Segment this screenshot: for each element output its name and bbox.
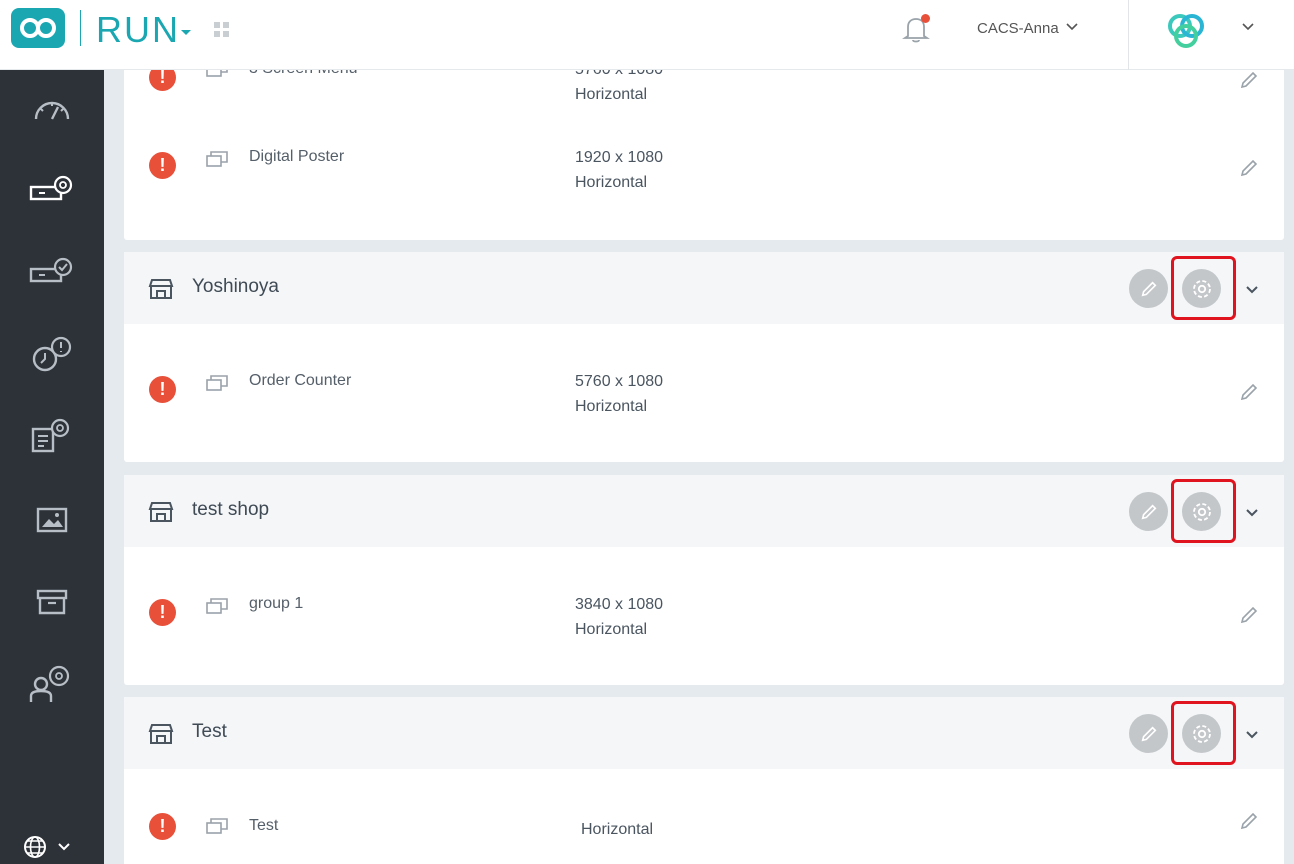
highlight-box [1171, 479, 1236, 543]
globe-icon [24, 836, 70, 858]
group-name: 3 Screen Menu [249, 70, 358, 78]
screen-group-icon [206, 151, 228, 167]
shop-card: Yoshinoya ! Order Counter 5760 x 1080 Hor… [124, 252, 1284, 462]
edit-pencil-icon[interactable] [1239, 811, 1259, 831]
highlight-box [1171, 256, 1236, 320]
group-orientation: Horizontal [581, 821, 654, 838]
sidebar-item-archive[interactable] [0, 572, 104, 632]
brand-chevron-down-icon[interactable] [1242, 22, 1254, 32]
chevron-down-icon[interactable] [1245, 508, 1259, 518]
alert-clock-icon [32, 336, 72, 372]
edit-pencil-icon[interactable] [1239, 158, 1259, 178]
pencil-icon [1141, 726, 1156, 741]
sidebar-item-dashboard[interactable] [0, 78, 104, 138]
apps-grid-icon[interactable] [214, 22, 230, 38]
shop-header: test shop [124, 475, 1284, 547]
screen-group-icon [206, 375, 228, 391]
device-settings-icon [29, 175, 73, 201]
group-resolution: 5760 x 1080Horizontal [575, 373, 664, 415]
sidebar-item-alerts[interactable] [0, 324, 104, 384]
error-status-icon: ! [149, 152, 176, 179]
app-switch-caret-icon[interactable] [180, 29, 192, 37]
chevron-down-icon[interactable] [1245, 730, 1259, 740]
list-item[interactable]: ! group 1 3840 x 1080 Horizontal [124, 595, 1284, 655]
shop-card: ! 3 Screen Menu 5760 x 1080Horizontal ! … [124, 70, 1284, 240]
language-selector[interactable] [22, 834, 74, 864]
storefront-icon [148, 279, 174, 299]
pencil-icon [1141, 281, 1156, 296]
sidebar-item-device-status[interactable] [0, 242, 104, 302]
account-name[interactable]: CACS-Anna [977, 20, 1059, 37]
edit-pencil-icon[interactable] [1239, 605, 1259, 625]
shop-card: test shop ! group 1 3840 x 1080 Horizonta… [124, 475, 1284, 685]
edit-shop-button[interactable] [1129, 714, 1168, 753]
group-name: Test [249, 817, 279, 834]
list-item[interactable]: ! Test Horizontal [124, 812, 1284, 864]
group-resolution: 1920 x 1080 Horizontal [575, 149, 664, 191]
error-status-icon: ! [149, 70, 176, 91]
sidebar-item-media[interactable] [0, 490, 104, 550]
account-chevron-down-icon[interactable] [1066, 22, 1078, 32]
device-check-icon [29, 257, 73, 283]
group-name: group 1 [249, 595, 304, 612]
storefront-icon [148, 724, 174, 744]
sidebar-item-users[interactable] [0, 654, 104, 714]
error-status-icon: ! [149, 599, 176, 626]
error-status-icon: ! [149, 813, 176, 840]
group-name: Digital Poster [249, 148, 345, 165]
sidebar [0, 70, 104, 864]
screen-group-icon [206, 598, 228, 614]
user-settings-icon [29, 665, 70, 702]
shop-header: Test [124, 697, 1284, 769]
edit-pencil-icon[interactable] [1239, 70, 1259, 90]
group-name: Order Counter [249, 372, 352, 389]
edit-pencil-icon[interactable] [1239, 382, 1259, 402]
highlight-box [1171, 701, 1236, 765]
screen-group-icon [206, 70, 228, 77]
shop-name: Yoshinoya [192, 276, 279, 297]
schedule-settings-icon [31, 418, 70, 453]
top-bar: RUN CACS-Anna [0, 0, 1294, 70]
storefront-icon [148, 502, 174, 522]
edit-shop-button[interactable] [1129, 269, 1168, 308]
archive-icon [36, 589, 68, 615]
dashboard-icon [34, 101, 70, 120]
notification-dot [921, 14, 930, 23]
brand-knot-icon[interactable] [1160, 9, 1212, 53]
shop-name: test shop [192, 499, 270, 520]
infinity-logo-icon [20, 18, 56, 38]
edit-shop-button[interactable] [1129, 492, 1168, 531]
chevron-down-icon[interactable] [1245, 285, 1259, 295]
shop-list: ! 3 Screen Menu 5760 x 1080Horizontal ! … [104, 70, 1294, 864]
screen-group-icon [206, 818, 228, 834]
logo-divider [80, 10, 81, 46]
sidebar-item-schedules[interactable] [0, 406, 104, 466]
shop-card: Test ! Test Horizontal [124, 697, 1284, 864]
app-name[interactable]: RUN [96, 9, 180, 51]
list-item[interactable]: ! Order Counter 5760 x 1080 Horizontal [124, 372, 1284, 432]
media-image-icon [36, 507, 68, 533]
pencil-icon [1141, 504, 1156, 519]
shop-header: Yoshinoya [124, 252, 1284, 324]
list-item[interactable]: ! 3 Screen Menu 5760 x 1080Horizontal [124, 70, 1284, 120]
error-status-icon: ! [149, 376, 176, 403]
header-divider [1128, 0, 1129, 70]
group-resolution: 3840 x 1080 Horizontal [575, 596, 664, 638]
shop-name: Test [192, 721, 227, 742]
sidebar-item-devices[interactable] [0, 160, 104, 220]
list-item[interactable]: ! Digital Poster 1920 x 1080 Horizontal [124, 148, 1284, 208]
group-resolution: 5760 x 1080Horizontal [575, 70, 663, 103]
app-logo[interactable] [11, 8, 65, 48]
